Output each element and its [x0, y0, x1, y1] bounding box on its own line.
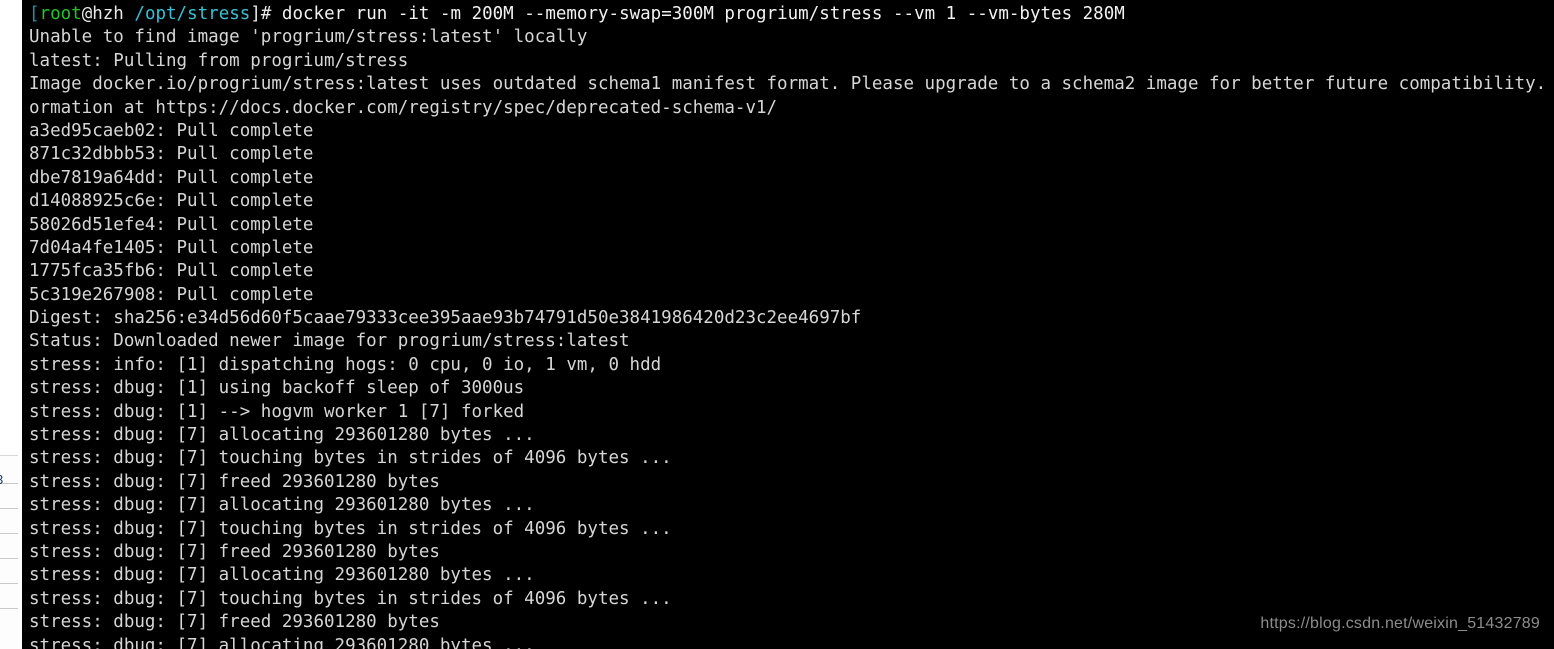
- terminal-output-line: stress: dbug: [7] touching bytes in stri…: [29, 588, 672, 609]
- terminal-output-line: stress: dbug: [7] freed 293601280 bytes: [29, 541, 440, 562]
- terminal-output-line: stress: dbug: [7] allocating 293601280 b…: [29, 565, 535, 586]
- terminal-output-line: dbe7819a64dd: Pull complete: [29, 167, 314, 188]
- terminal-output-lines: Unable to find image 'progrium/stress:la…: [29, 26, 1554, 649]
- prompt-user: root: [39, 4, 82, 24]
- terminal-output-line: d14088925c6e: Pull complete: [29, 191, 314, 212]
- terminal-output-line: 58026d51efe4: Pull complete: [29, 214, 314, 235]
- terminal-output-line: a3ed95caeb02: Pull complete: [29, 120, 314, 141]
- screenshot-root: 3 [root@hzh /opt/stress]# docker run -it…: [0, 0, 1554, 649]
- csdn-watermark: https://blog.csdn.net/weixin_51432789: [1260, 615, 1540, 632]
- terminal-prompt-line: [root@hzh /opt/stress]# docker run -it -…: [29, 3, 1554, 26]
- terminal-command: docker run -it -m 200M --memory-swap=300…: [281, 4, 1125, 24]
- terminal-window[interactable]: [root@hzh /opt/stress]# docker run -it -…: [22, 0, 1554, 649]
- terminal-output-line: latest: Pulling from progrium/stress: [29, 50, 409, 71]
- terminal-output-line: stress: dbug: [7] allocating 293601280 b…: [29, 425, 535, 446]
- terminal-output-line: 871c32dbbb53: Pull complete: [29, 144, 314, 165]
- terminal-output-line: 7d04a4fe1405: Pull complete: [29, 237, 314, 258]
- prompt-path: /opt/stress: [134, 4, 251, 24]
- terminal-output-line: Status: Downloaded newer image for progr…: [29, 331, 630, 352]
- terminal-output-line: Image docker.io/progrium/stress:latest u…: [29, 74, 1554, 95]
- terminal-output-line: stress: dbug: [1] --> hogvm worker 1 [7]…: [29, 401, 525, 422]
- terminal-output-line: 1775fca35fb6: Pull complete: [29, 261, 314, 282]
- prompt-symbol: ]#: [250, 4, 282, 24]
- background-document-cell-value: 3: [0, 472, 3, 487]
- prompt-open-bracket: [: [29, 4, 40, 24]
- terminal-output-area: [root@hzh /opt/stress]# docker run -it -…: [29, 3, 1554, 649]
- terminal-output-line: stress: dbug: [1] using backoff sleep of…: [29, 378, 525, 399]
- terminal-output-line: stress: dbug: [7] touching bytes in stri…: [29, 448, 672, 469]
- terminal-output-line: stress: dbug: [7] touching bytes in stri…: [29, 518, 672, 539]
- terminal-output-line: stress: dbug: [7] allocating 293601280 b…: [29, 495, 535, 516]
- terminal-output-line: Unable to find image 'progrium/stress:la…: [29, 27, 588, 48]
- prompt-host: @hzh: [81, 4, 124, 24]
- terminal-output-line: ormation at https://docs.docker.com/regi…: [29, 97, 778, 118]
- terminal-output-line: stress: dbug: [7] freed 293601280 bytes: [29, 471, 440, 492]
- terminal-output-line: 5c319e267908: Pull complete: [29, 284, 314, 305]
- terminal-output-line: stress: dbug: [7] allocating 293601280 b…: [29, 635, 535, 649]
- background-document: 3: [0, 0, 24, 649]
- terminal-output-line: stress: info: [1] dispatching hogs: 0 cp…: [29, 354, 662, 375]
- terminal-output-line: Digest: sha256:e34d56d60f5caae79333cee39…: [29, 308, 862, 329]
